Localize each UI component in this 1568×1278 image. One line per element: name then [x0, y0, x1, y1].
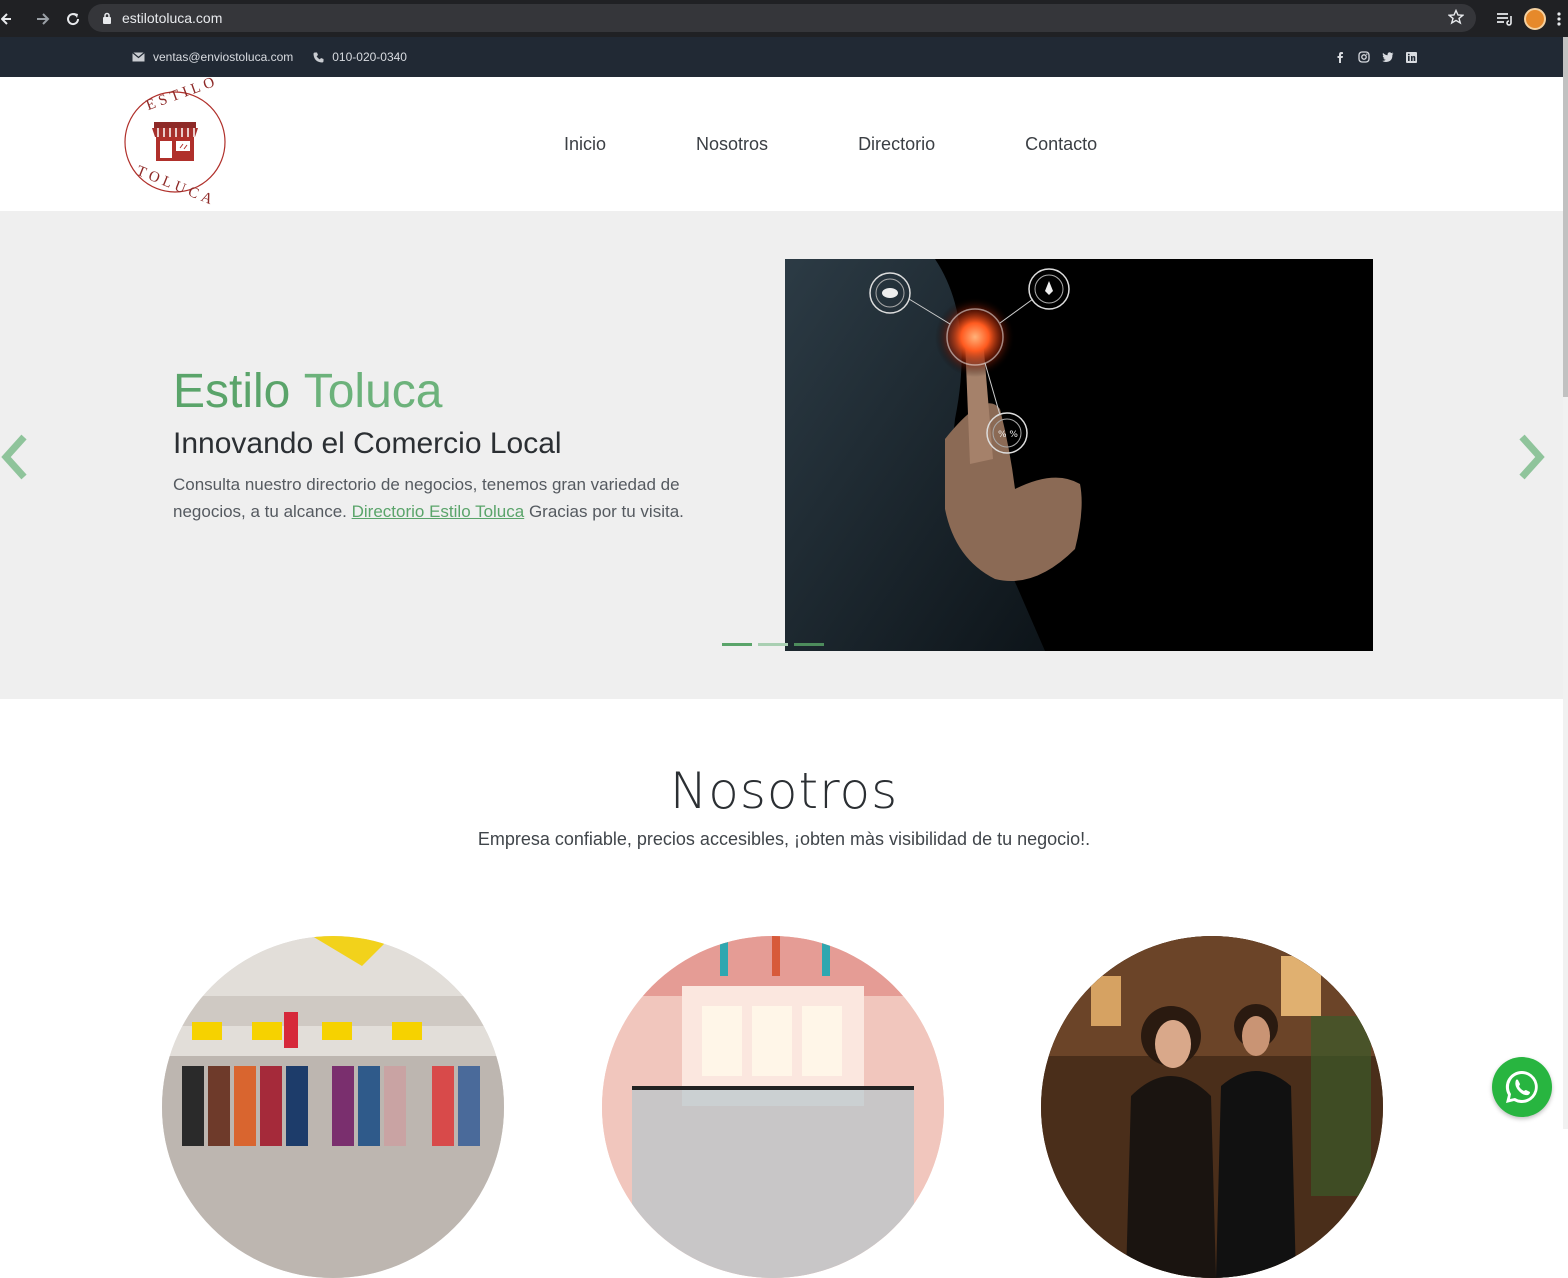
- chevron-right-icon: [1519, 434, 1545, 480]
- svg-text:% %: % %: [998, 430, 1018, 440]
- menu-contacto[interactable]: Contacto: [1025, 134, 1097, 155]
- hero-desc-end: Gracias por tu visita.: [524, 501, 684, 521]
- media-control-icon[interactable]: [1496, 12, 1514, 26]
- bakery-store-photo: [602, 936, 944, 1278]
- hero-description: Consulta nuestro directorio de negocios,…: [173, 471, 733, 525]
- site-header: ESTILO TOLUCA Inicio Nosotros Directorio…: [0, 73, 1568, 211]
- back-button[interactable]: [0, 4, 14, 34]
- clothing-store-image: [162, 936, 504, 1278]
- profile-avatar[interactable]: [1524, 7, 1546, 30]
- scrollbar-thumb[interactable]: [1563, 37, 1568, 397]
- slide-indicator-3[interactable]: [794, 643, 824, 646]
- arrow-left-icon: [1, 12, 11, 25]
- top-info-bar: ventas@enviostoluca.com 010-020-0340: [0, 37, 1568, 77]
- slide-indicator-1[interactable]: [722, 643, 752, 646]
- facebook-icon[interactable]: [1334, 51, 1346, 63]
- chevron-left-icon: [1, 434, 27, 480]
- envelope-icon: [132, 52, 145, 62]
- nosotros-subtitle: Empresa confiable, precios accesibles, ¡…: [477, 829, 1091, 849]
- site-logo[interactable]: ESTILO TOLUCA: [122, 73, 228, 210]
- slide-indicator-2[interactable]: [758, 643, 788, 646]
- url-text: estilotoluca.com: [122, 10, 223, 26]
- hero-title-light: Toluca: [303, 365, 443, 418]
- more-menu-icon[interactable]: [1556, 11, 1562, 27]
- whatsapp-icon: [1505, 1070, 1538, 1103]
- restaurant-image: [1041, 936, 1383, 1278]
- menu-inicio[interactable]: Inicio: [564, 134, 606, 155]
- hero-subtitle: Innovando el Comercio Local: [173, 426, 562, 460]
- page-scrollbar[interactable]: [1563, 37, 1568, 1129]
- reload-button[interactable]: [58, 4, 88, 34]
- touch-technology-image: % %: [785, 259, 1373, 651]
- hero-slider: Estilo Toluca Innovando el Comercio Loca…: [0, 211, 1568, 699]
- nosotros-title: Nosotros: [669, 762, 899, 820]
- contact-info: ventas@enviostoluca.com 010-020-0340: [132, 37, 419, 77]
- restaurant-photo: [1041, 936, 1383, 1278]
- menu-nosotros[interactable]: Nosotros: [696, 134, 768, 155]
- hero-image: % %: [785, 259, 1373, 651]
- lock-icon: [103, 12, 111, 24]
- social-links: [1334, 37, 1417, 77]
- phone-icon: [313, 52, 324, 62]
- slider-indicators: [722, 643, 824, 646]
- main-menu: Inicio Nosotros Directorio Contacto: [564, 77, 1097, 211]
- instagram-icon[interactable]: [1358, 51, 1370, 63]
- arrow-right-icon: [37, 12, 50, 25]
- contact-phone[interactable]: 010-020-0340: [332, 50, 407, 64]
- address-bar[interactable]: estilotoluca.com: [88, 4, 1476, 32]
- twitter-icon[interactable]: [1382, 51, 1394, 63]
- directory-link[interactable]: Directorio Estilo Toluca: [352, 502, 525, 521]
- chrome-actions: [1496, 0, 1568, 37]
- menu-directorio[interactable]: Directorio: [858, 134, 935, 155]
- reload-icon: [67, 12, 80, 25]
- hero-text: Estilo Toluca Innovando el Comercio Loca…: [173, 365, 733, 525]
- browser-chrome: estilotoluca.com: [0, 0, 1568, 37]
- whatsapp-button[interactable]: [1492, 1057, 1552, 1117]
- slider-prev-button[interactable]: [0, 433, 30, 481]
- hero-title-bold: Estilo: [173, 365, 291, 418]
- linkedin-icon[interactable]: [1406, 51, 1417, 63]
- forward-button[interactable]: [28, 4, 58, 34]
- hero-title: Estilo Toluca: [173, 365, 733, 419]
- star-icon[interactable]: [1448, 9, 1464, 25]
- clothing-store-photo: [162, 936, 504, 1278]
- slider-next-button[interactable]: [1516, 433, 1546, 481]
- contact-email[interactable]: ventas@enviostoluca.com: [153, 50, 293, 64]
- bakery-store-image: [602, 936, 944, 1278]
